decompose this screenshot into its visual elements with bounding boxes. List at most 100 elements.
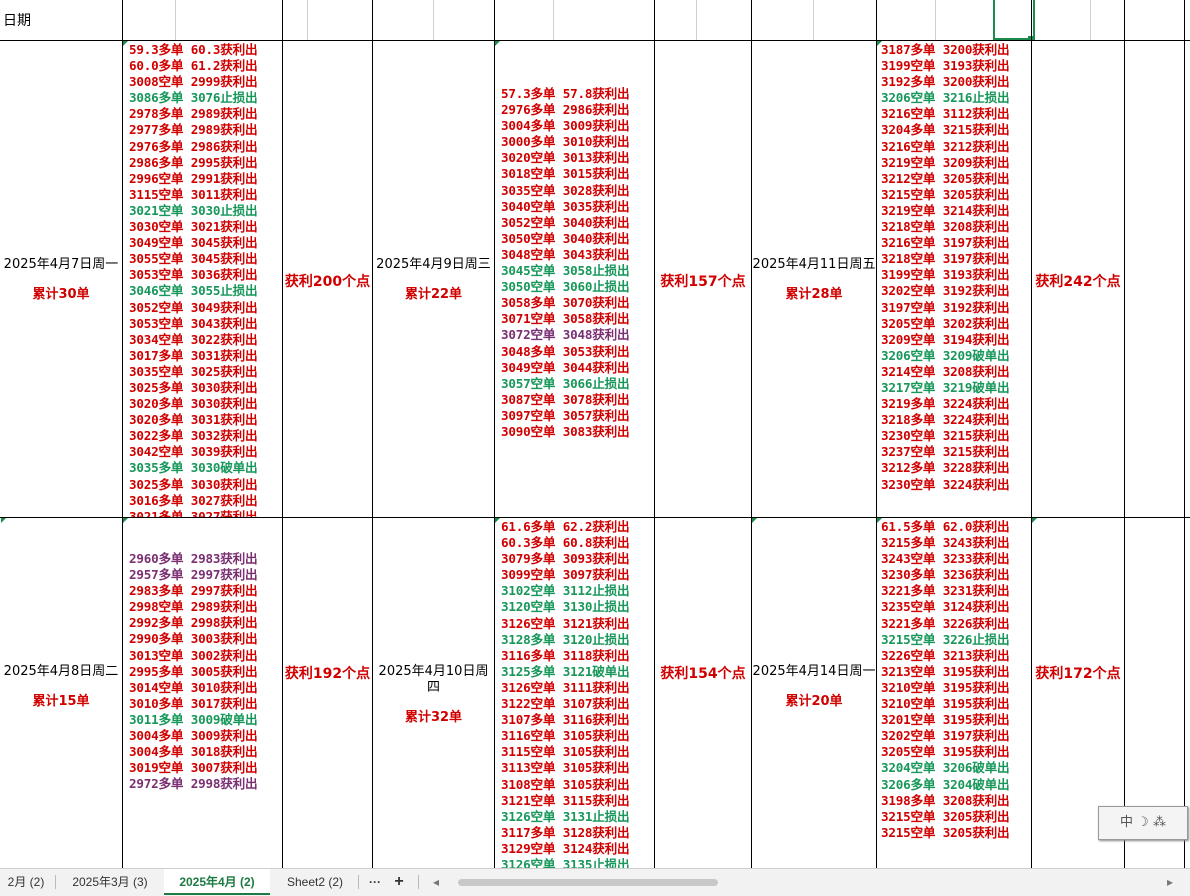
trade-entry: 3018空单 3015获利出 [501, 166, 630, 182]
column-divider [1124, 0, 1125, 868]
date-text: 2025年4月14日周一 [752, 664, 876, 679]
trade-entry: 2996空单 2991获利出 [129, 170, 258, 186]
trade-entry: 3046空单 3055止损出 [129, 283, 258, 299]
trade-entry: 61.6多单 62.2获利出 [501, 519, 630, 534]
trade-entry: 3045空单 3058止损出 [501, 263, 630, 279]
ime-toolbar[interactable]: 中 ☽ ⁂ [1098, 806, 1188, 840]
row-divider [0, 517, 1190, 518]
profit-total: 获利200个点 [284, 274, 371, 290]
trade-entry: 2977多单 2989获利出 [129, 122, 258, 138]
column-divider [751, 0, 752, 868]
trade-entry: 2990多单 3003获利出 [129, 631, 258, 647]
trade-entry: 59.3多单 60.3获利出 [129, 42, 258, 57]
date-cell[interactable]: 2025年4月7日周一 累计30单 [0, 257, 122, 302]
trade-entry: 3071空单 3058获利出 [501, 311, 630, 327]
trade-entry: 3209空单 3194获利出 [881, 331, 1010, 347]
trade-entry: 3219多单 3224获利出 [881, 396, 1010, 412]
trade-entry: 61.5多单 62.0获利出 [881, 519, 1010, 534]
trade-list[interactable]: 3187多单 3200获利出 3199空单 3193获利出 3192多单 3200获… [881, 42, 1031, 517]
trade-entry: 3213空单 3195获利出 [881, 663, 1010, 679]
profit-total: 获利172个点 [1035, 666, 1121, 682]
scroll-left-icon[interactable]: ◂ [428, 869, 444, 895]
column-divider [122, 0, 123, 868]
trade-entry: 3215空单 3226止损出 [881, 631, 1010, 647]
trade-list[interactable]: 61.6多单 62.2获利出 60.3多单 60.8获利出 3079多单 3093获… [501, 519, 653, 868]
trade-entry: 3004多单 3009获利出 [501, 118, 630, 134]
scroll-thumb[interactable] [458, 879, 718, 886]
trade-entry: 3235空单 3124获利出 [881, 599, 1010, 615]
trade-entry: 3025多单 3030获利出 [129, 476, 258, 492]
scroll-right-icon[interactable]: ▸ [1162, 869, 1178, 895]
header-divider [553, 0, 554, 40]
trade-entry: 3205空单 3195获利出 [881, 744, 1010, 760]
comment-marker [1, 518, 6, 523]
horizontal-scrollbar[interactable]: ◂ ▸ [428, 875, 1180, 889]
trade-entry: 3230空单 3224获利出 [881, 476, 1010, 492]
sheet-tab[interactable]: 2月 (2) [0, 869, 52, 895]
date-cell[interactable]: 2025年4月14日周一 累计20单 [752, 664, 876, 709]
trade-entry: 3201空单 3195获利出 [881, 712, 1010, 728]
date-cell[interactable]: 2025年4月9日周三 累计22单 [373, 257, 494, 302]
sheet-tab-active[interactable]: 2025年4月 (2) [164, 869, 270, 895]
trade-entry: 3004多单 3018获利出 [129, 744, 258, 760]
trade-entry: 3187多单 3200获利出 [881, 42, 1010, 57]
header-divider [433, 0, 434, 40]
trade-entry: 3020多单 3031获利出 [129, 412, 258, 428]
trade-entry: 3210空单 3195获利出 [881, 679, 1010, 695]
trade-entry: 3016多单 3027获利出 [129, 492, 258, 508]
add-sheet-icon[interactable]: + [388, 869, 410, 895]
trade-list[interactable]: 2960多单 2983获利出 2957多单 2997获利出 2983多单 2997获… [129, 551, 281, 868]
trade-entry: 3206多单 3204破单出 [881, 776, 1010, 792]
trade-entry: 3050空单 3060止损出 [501, 279, 630, 295]
trade-entry: 3128多单 3120止损出 [501, 631, 630, 647]
profit-total: 获利242个点 [1035, 274, 1121, 290]
trade-entry: 2978多单 2989获利出 [129, 106, 258, 122]
trade-entry: 2976多单 2986获利出 [129, 138, 258, 154]
trade-list[interactable]: 57.3多单 57.8获利出 2976多单 2986获利出 3004多单 3009获… [501, 86, 653, 516]
date-cell[interactable]: 2025年4月10日周四 累计32单 [373, 664, 494, 725]
trade-entry: 3072空单 3048获利出 [501, 327, 630, 343]
trade-list[interactable]: 61.5多单 62.0获利出 3215多单 3243获利出 3243空单 3233获… [881, 519, 1031, 868]
sheet-tab[interactable]: Sheet2 (2) [274, 869, 356, 895]
trade-entry: 3219空单 3209获利出 [881, 154, 1010, 170]
date-text: 2025年4月7日周一 [3, 257, 119, 272]
trade-entry: 3048多单 3053获利出 [501, 343, 630, 359]
trade-entry: 3019空单 3007获利出 [129, 760, 258, 776]
trade-entry: 3113空单 3105获利出 [501, 760, 630, 776]
trade-entry: 3202空单 3192获利出 [881, 283, 1010, 299]
more-sheets-icon[interactable]: ··· [362, 869, 388, 895]
spreadsheet-grid[interactable]: 日期 2025年4月7日周一 累计30单 59.3多单 60.3获利出 60.0多… [0, 0, 1190, 868]
tab-separator [418, 875, 419, 889]
date-text: 2025年4月9日周三 [376, 257, 491, 272]
trade-entry: 3052空单 3040获利出 [501, 214, 630, 230]
trade-entry: 3206空单 3209破单出 [881, 347, 1010, 363]
trade-entry: 3204多单 3215获利出 [881, 122, 1010, 138]
trade-entry: 3192多单 3200获利出 [881, 74, 1010, 90]
order-count: 累计15单 [32, 694, 90, 709]
date-text: 2025年4月11日周五 [752, 257, 876, 272]
date-cell[interactable]: 2025年4月8日周二 累计15单 [0, 664, 122, 709]
date-cell[interactable]: 2025年4月11日周五 累计28单 [752, 257, 876, 302]
trade-entry: 3198多单 3208获利出 [881, 792, 1010, 808]
trade-entry: 3108空单 3105获利出 [501, 776, 630, 792]
trade-entry: 3030空单 3021获利出 [129, 219, 258, 235]
profit-total: 获利192个点 [284, 666, 371, 682]
profit-total: 获利157个点 [660, 274, 746, 290]
trade-entry: 60.0多单 61.2获利出 [129, 58, 258, 74]
sheet-tab[interactable]: 2025年3月 (3) [58, 869, 162, 895]
trade-entry: 2995多单 3005获利出 [129, 663, 258, 679]
trade-entry: 3010多单 3017获利出 [129, 695, 258, 711]
trade-entry: 3237空单 3215获利出 [881, 444, 1010, 460]
trade-entry: 2983多单 2997获利出 [129, 583, 258, 599]
selected-cell[interactable] [993, 0, 1035, 40]
comment-marker [1032, 518, 1037, 523]
trade-entry: 3057空单 3066止损出 [501, 375, 630, 391]
trade-entry: 2957多单 2997获利出 [129, 567, 258, 583]
trade-entry: 3215空单 3205获利出 [881, 186, 1010, 202]
trade-entry: 3126空单 3111获利出 [501, 679, 630, 695]
trade-list[interactable]: 59.3多单 60.3获利出 60.0多单 61.2获利出 3008空单 2999获… [129, 42, 281, 517]
order-count: 累计30单 [32, 287, 90, 302]
trade-entry: 2976多单 2986获利出 [501, 102, 630, 118]
trade-entry: 3050空单 3040获利出 [501, 230, 630, 246]
trade-entry: 3048空单 3043获利出 [501, 246, 630, 262]
